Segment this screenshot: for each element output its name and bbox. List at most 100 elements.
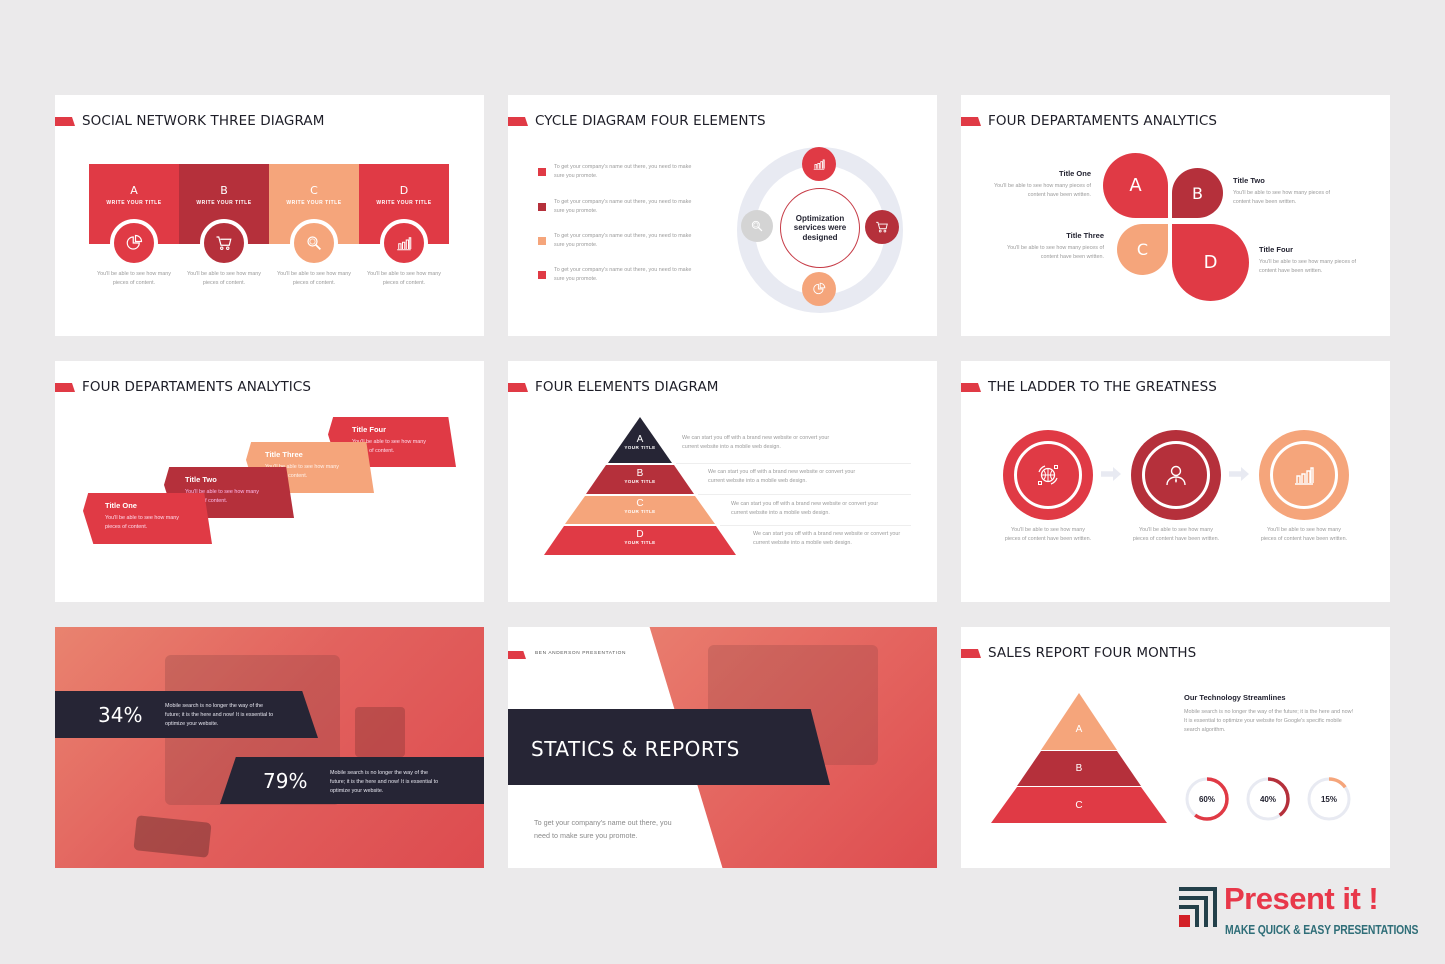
bullet-text: To get your company's name out there, yo…: [554, 233, 692, 249]
slide-title: FOUR DEPARTAMENTS ANALYTICS: [988, 113, 1218, 129]
bar-chart-icon: [380, 219, 428, 267]
level-subtitle: YOUR TITLE: [624, 540, 656, 545]
phone-photo-shape: [133, 815, 212, 858]
shopping-cart-icon: [200, 219, 248, 267]
pie-chart-icon: [802, 272, 836, 306]
brand-logo-mark-icon: [1179, 887, 1217, 927]
slide-cycle-diagram[interactable]: CYCLE DIAGRAM FOUR ELEMENTS To get your …: [508, 95, 937, 336]
ladder-step-1: [1003, 430, 1093, 520]
globe-icon: [1014, 441, 1082, 509]
step-description: You'll be able to see how many pieces of…: [1004, 527, 1092, 543]
progress-ring: 60%: [1183, 775, 1231, 823]
level-letter: C: [636, 498, 644, 509]
brand-name: Present it !: [1224, 881, 1379, 916]
petal-a: A: [1103, 153, 1168, 218]
slide-title: FOUR DEPARTAMENTS ANALYTICS: [82, 379, 312, 395]
progress-ring-label: 40%: [1259, 794, 1276, 804]
title-accent-bar: [55, 383, 75, 392]
person-icon: [1142, 441, 1210, 509]
bullet-text: To get your company's name out there, yo…: [554, 164, 692, 180]
level-b-label: B YOUR TITLE: [620, 468, 660, 484]
bullet-square: [538, 237, 546, 245]
level-description: We can start you off with a brand new we…: [731, 501, 879, 517]
bullet-square: [538, 271, 546, 279]
slide-ladder-to-greatness[interactable]: THE LADDER TO THE GREATNESS You'll be ab…: [961, 361, 1390, 602]
column-subtitle: WRITE YOUR TITLE: [286, 200, 342, 206]
petal-b: B: [1172, 168, 1223, 218]
shopping-cart-icon: [865, 210, 899, 244]
sales-pyramid-label: A: [1075, 724, 1083, 735]
arrow-right-icon: [1229, 467, 1249, 481]
slide-title: THE LADDER TO THE GREATNESS: [988, 379, 1217, 395]
petal-text: You'll be able to see how many pieces of…: [1233, 190, 1331, 206]
level-letter: D: [636, 529, 644, 540]
section-text: Mobile search is no longer the way of th…: [1184, 709, 1354, 734]
title-accent-bar: [961, 117, 981, 126]
petal-text: You'll be able to see how many pieces of…: [1259, 259, 1357, 275]
bar-chart-icon: [1270, 441, 1338, 509]
column-letter: D: [399, 184, 409, 197]
sales-pyramid-level-a: [1041, 693, 1117, 750]
divider: [676, 463, 911, 464]
step-title: Title Two: [185, 475, 217, 484]
arrow-right-icon: [1101, 467, 1121, 481]
cover-title: STATICS & REPORTS: [531, 737, 740, 761]
level-subtitle: YOUR TITLE: [624, 509, 656, 514]
slide-title: CYCLE DIAGRAM FOUR ELEMENTS: [535, 113, 766, 129]
level-c-label: C YOUR TITLE: [620, 498, 660, 514]
slide-four-departaments-steps[interactable]: FOUR DEPARTAMENTS ANALYTICS Title Four Y…: [55, 361, 484, 602]
slide-stats-photo[interactable]: 34% Mobile search is no longer the way o…: [55, 627, 484, 868]
progress-ring: 15%: [1305, 775, 1353, 823]
step-title: Title One: [105, 501, 137, 510]
title-accent-bar: [508, 651, 526, 659]
coffee-cup-photo-shape: [355, 707, 405, 757]
slide-social-network-three-diagram[interactable]: SOCIAL NETWORK THREE DIAGRAM A WRITE YOU…: [55, 95, 484, 336]
level-subtitle: YOUR TITLE: [624, 445, 656, 450]
stat-text: Mobile search is no longer the way of th…: [165, 703, 274, 728]
level-letter: A: [636, 434, 644, 445]
title-accent-bar: [508, 117, 528, 126]
column-letter: B: [220, 184, 228, 197]
level-d-label: D YOUR TITLE: [620, 529, 660, 545]
petal-text: You'll be able to see how many pieces of…: [1006, 245, 1104, 261]
step-text: You'll be able to see how many pieces of…: [105, 515, 179, 531]
progress-ring-label: 15%: [1320, 794, 1337, 804]
bar-chart-icon: [802, 147, 836, 181]
column-letter: C: [310, 184, 318, 197]
petal-title: Title Four: [1259, 245, 1294, 254]
title-accent-bar: [961, 383, 981, 392]
divider: [698, 494, 911, 495]
level-description: We can start you off with a brand new we…: [708, 469, 856, 485]
slide-statics-reports-cover[interactable]: BEN ANDERSON PRESENTATION STATICS & REPO…: [508, 627, 937, 868]
column-subtitle: WRITE YOUR TITLE: [106, 200, 162, 206]
column-description: You'll be able to see how many pieces of…: [367, 271, 441, 287]
petal-c: C: [1117, 224, 1168, 275]
slide-four-departaments-petals[interactable]: FOUR DEPARTAMENTS ANALYTICS A B C D Titl…: [961, 95, 1390, 336]
slide-title: FOUR ELEMENTS DIAGRAM: [535, 379, 719, 395]
step-description: You'll be able to see how many pieces of…: [1260, 527, 1348, 543]
column-subtitle: WRITE YOUR TITLE: [376, 200, 432, 206]
title-accent-bar: [961, 649, 981, 658]
pie-chart-icon: [110, 219, 158, 267]
brand-logo: Present it ! MAKE QUICK & EASY PRESENTAT…: [1177, 881, 1418, 937]
bullet-text: To get your company's name out there, yo…: [554, 267, 692, 283]
slide-sales-report-four-months[interactable]: SALES REPORT FOUR MONTHS A B C Our Techn…: [961, 627, 1390, 868]
step-description: You'll be able to see how many pieces of…: [1132, 527, 1220, 543]
progress-ring-label: 60%: [1198, 794, 1215, 804]
progress-ring: 40%: [1244, 775, 1292, 823]
slide-four-elements-diagram[interactable]: FOUR ELEMENTS DIAGRAM A YOUR TITLE B YOUR …: [508, 361, 937, 602]
section-heading: Our Technology Streamlines: [1184, 693, 1286, 702]
ladder-step-2: [1131, 430, 1221, 520]
brand-tagline: MAKE QUICK & EASY PRESENTATIONS: [1225, 922, 1419, 937]
stat-value: 79%: [263, 769, 308, 793]
step-title: Title Four: [352, 425, 387, 434]
ladder-step-3: [1259, 430, 1349, 520]
presentation-kicker: BEN ANDERSON PRESENTATION: [535, 651, 627, 656]
divider: [720, 525, 911, 526]
level-description: We can start you off with a brand new we…: [753, 531, 901, 547]
level-subtitle: YOUR TITLE: [624, 479, 656, 484]
bullet-square: [538, 168, 546, 176]
petal-text: You'll be able to see how many pieces of…: [993, 183, 1091, 199]
search-icon: [290, 219, 338, 267]
column-description: You'll be able to see how many pieces of…: [97, 271, 171, 287]
